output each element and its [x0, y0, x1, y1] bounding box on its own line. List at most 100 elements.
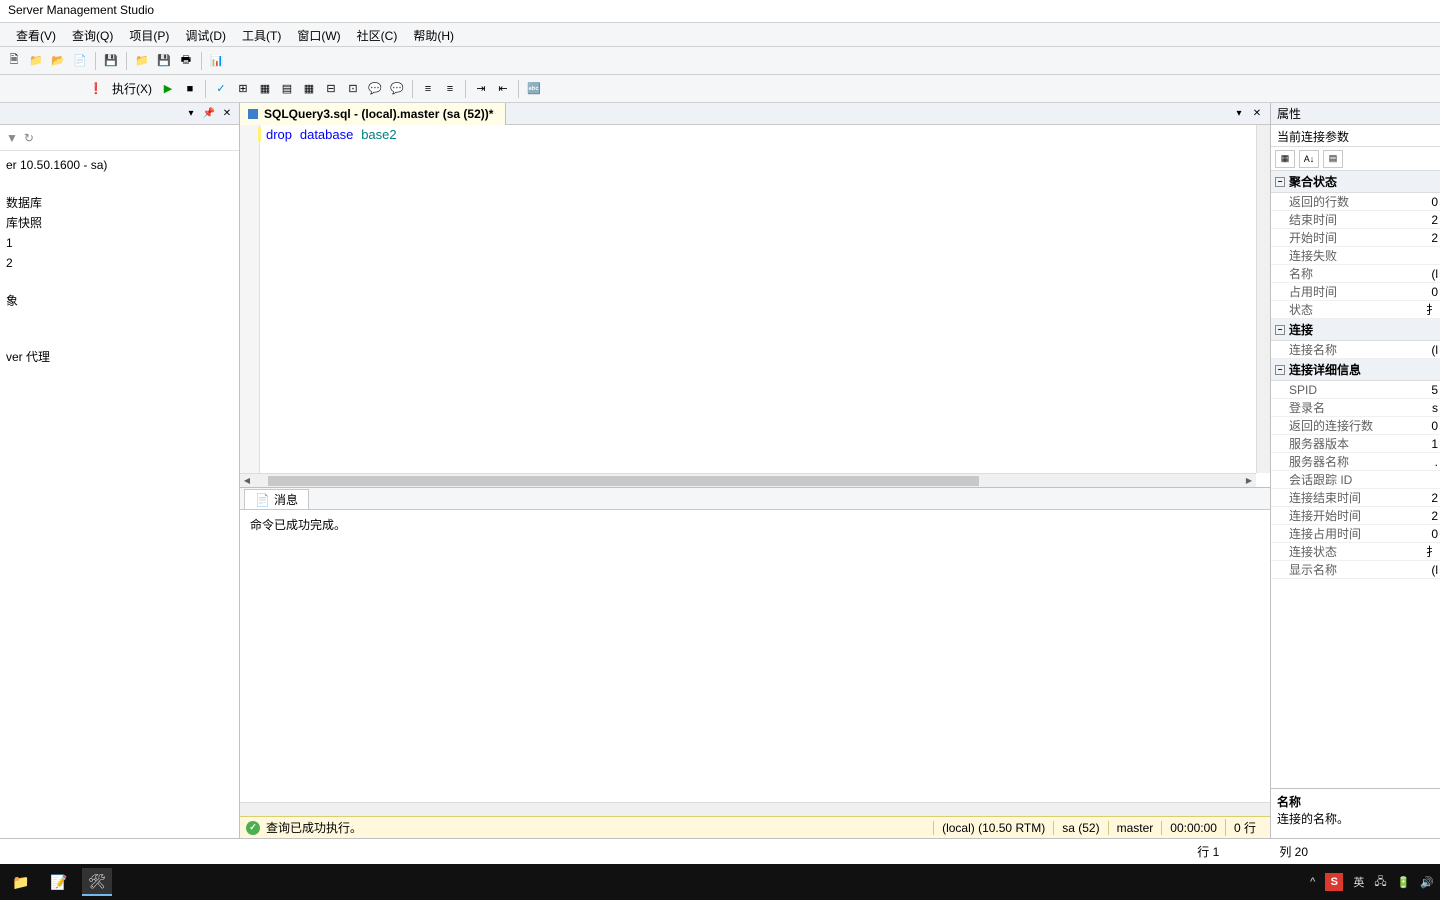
prop-row[interactable]: 状态扌 — [1271, 301, 1440, 319]
menu-community[interactable]: 社区(C) — [349, 23, 406, 46]
prop-row[interactable]: 结束时间2 — [1271, 211, 1440, 229]
parse-icon[interactable]: ✓ — [211, 79, 231, 99]
menu-debug[interactable]: 调试(D) — [177, 23, 234, 46]
pin-icon[interactable]: 📌 — [201, 106, 217, 122]
prop-row[interactable]: SPID5 — [1271, 381, 1440, 399]
scroll-left-icon[interactable]: ◀ — [240, 474, 254, 488]
close-icon[interactable]: ✕ — [219, 106, 235, 122]
refresh-icon[interactable]: ↻ — [24, 131, 34, 145]
tree-connection[interactable]: er 10.50.1600 - sa) — [6, 155, 233, 175]
prop-pages-icon[interactable]: ▤ — [1323, 150, 1343, 168]
save-icon[interactable]: 💾 — [101, 51, 121, 71]
messages-body[interactable]: 命令已成功完成。 — [240, 510, 1270, 802]
prop-row[interactable]: 返回的连接行数0 — [1271, 417, 1440, 435]
menu-query[interactable]: 查询(Q) — [64, 23, 121, 46]
sql-editor[interactable]: drop database base2 ◀ ▶ — [240, 125, 1270, 488]
text-icon[interactable]: ▤ — [277, 79, 297, 99]
collapse-icon[interactable]: − — [1275, 177, 1285, 187]
scroll-thumb[interactable] — [268, 476, 979, 486]
scroll-right-icon[interactable]: ▶ — [1242, 474, 1256, 488]
print-icon[interactable]: 🖶 — [176, 51, 196, 71]
open-file-icon[interactable]: 📄 — [70, 51, 90, 71]
comment-icon[interactable]: 💬 — [365, 79, 385, 99]
collapse-icon[interactable]: − — [1275, 325, 1285, 335]
tab-close-icon[interactable]: ✕ — [1250, 107, 1264, 121]
messages-scrollbar[interactable] — [240, 802, 1270, 816]
collapse-icon[interactable]: − — [1275, 365, 1285, 375]
prop-row[interactable]: 连接开始时间2 — [1271, 507, 1440, 525]
menu-window[interactable]: 窗口(W) — [289, 23, 348, 46]
plan-icon[interactable]: ⊞ — [233, 79, 253, 99]
tree-item[interactable]: 1 — [6, 233, 233, 253]
prop-category[interactable]: −聚合状态 — [1271, 171, 1440, 193]
stop-icon[interactable]: ■ — [180, 79, 200, 99]
play-icon[interactable]: ▶ — [158, 79, 178, 99]
prop-row[interactable]: 服务器名称. — [1271, 453, 1440, 471]
filter-icon[interactable]: ▼ — [6, 131, 18, 145]
vertical-scrollbar[interactable] — [1256, 125, 1270, 473]
taskbar[interactable]: 📁 📝 🛠 ^ S 英 🖧 🔋 🔊 — [0, 864, 1440, 900]
menu-help[interactable]: 帮助(H) — [405, 23, 462, 46]
prop-row[interactable]: 连接名称(l — [1271, 341, 1440, 359]
menu-view[interactable]: 查看(V) — [8, 23, 64, 46]
messages-tab[interactable]: 📄 消息 — [244, 489, 309, 509]
dropdown-icon[interactable]: ▾ — [183, 106, 199, 122]
tree-item[interactable]: 2 — [6, 253, 233, 273]
prop-row[interactable]: 服务器版本1 — [1271, 435, 1440, 453]
battery-icon[interactable]: 🔋 — [1397, 876, 1411, 889]
prop-row[interactable]: 占用时间0 — [1271, 283, 1440, 301]
prop-row[interactable]: 连接状态扌 — [1271, 543, 1440, 561]
tree-view[interactable]: er 10.50.1600 - sa) 数据库 库快照 1 2 象 ver 代理 — [0, 151, 239, 838]
execute-button[interactable]: 执行(X) — [108, 80, 156, 97]
prop-row[interactable]: 登录名s — [1271, 399, 1440, 417]
indent-icon[interactable]: ≡ — [418, 79, 438, 99]
tray-up-icon[interactable]: ^ — [1310, 876, 1315, 888]
notepad-icon[interactable]: 📝 — [44, 868, 74, 896]
cols-icon[interactable]: ⊟ — [321, 79, 341, 99]
dec-indent-icon[interactable]: ⇤ — [493, 79, 513, 99]
system-tray[interactable]: ^ S 英 🖧 🔋 🔊 — [1310, 873, 1434, 892]
ime-icon[interactable]: S — [1325, 873, 1343, 891]
volume-icon[interactable]: 🔊 — [1420, 876, 1434, 889]
new-query-icon[interactable]: 🗎 — [4, 51, 24, 71]
tree-item[interactable]: 库快照 — [6, 213, 233, 233]
menu-project[interactable]: 项目(P) — [121, 23, 177, 46]
prop-category[interactable]: −连接 — [1271, 319, 1440, 341]
open-icon[interactable]: 📂 — [48, 51, 68, 71]
ime-lang[interactable]: 英 — [1353, 874, 1364, 890]
prop-row[interactable]: 会话跟踪 ID — [1271, 471, 1440, 489]
options-icon[interactable]: ▦ — [299, 79, 319, 99]
categorized-icon[interactable]: ▦ — [1275, 150, 1295, 168]
folder-icon[interactable]: 📁 — [132, 51, 152, 71]
tree-item[interactable]: ver 代理 — [6, 347, 233, 367]
activity-icon[interactable]: 📊 — [207, 51, 227, 71]
tree-item[interactable]: 数据库 — [6, 193, 233, 213]
prop-row[interactable]: 连接失败 — [1271, 247, 1440, 265]
horizontal-scrollbar[interactable]: ◀ ▶ — [240, 473, 1256, 487]
prop-category[interactable]: −连接详细信息 — [1271, 359, 1440, 381]
save-all-icon[interactable]: 💾 — [154, 51, 174, 71]
editor-content[interactable]: drop database base2 — [266, 127, 1256, 473]
grid-icon[interactable]: ▦ — [255, 79, 275, 99]
properties-grid[interactable]: −聚合状态返回的行数0结束时间2开始时间2连接失败名称(l占用时间0状态扌−连接… — [1271, 171, 1440, 788]
outdent-icon[interactable]: ≡ — [440, 79, 460, 99]
explorer-icon[interactable]: 📁 — [6, 868, 36, 896]
prop-row[interactable]: 返回的行数0 — [1271, 193, 1440, 211]
inc-indent-icon[interactable]: ⇥ — [471, 79, 491, 99]
prop-row[interactable]: 连接占用时间0 — [1271, 525, 1440, 543]
prop-row[interactable]: 连接结束时间2 — [1271, 489, 1440, 507]
prop-row[interactable]: 开始时间2 — [1271, 229, 1440, 247]
document-tab[interactable]: SQLQuery3.sql - (local).master (sa (52))… — [240, 103, 506, 125]
network-icon[interactable]: 🖧 — [1374, 873, 1386, 892]
alphabetical-icon[interactable]: A↓ — [1299, 150, 1319, 168]
ssms-icon[interactable]: 🛠 — [82, 868, 112, 896]
new-project-icon[interactable]: 📁 — [26, 51, 46, 71]
info-icon[interactable]: ❗ — [86, 79, 106, 99]
results-icon[interactable]: ⊡ — [343, 79, 363, 99]
uncomment-icon[interactable]: 💬 — [387, 79, 407, 99]
prop-row[interactable]: 显示名称(l — [1271, 561, 1440, 579]
menu-tools[interactable]: 工具(T) — [234, 23, 289, 46]
prop-row[interactable]: 名称(l — [1271, 265, 1440, 283]
tab-dropdown-icon[interactable]: ▾ — [1232, 107, 1246, 121]
specify-icon[interactable]: 🔤 — [524, 79, 544, 99]
